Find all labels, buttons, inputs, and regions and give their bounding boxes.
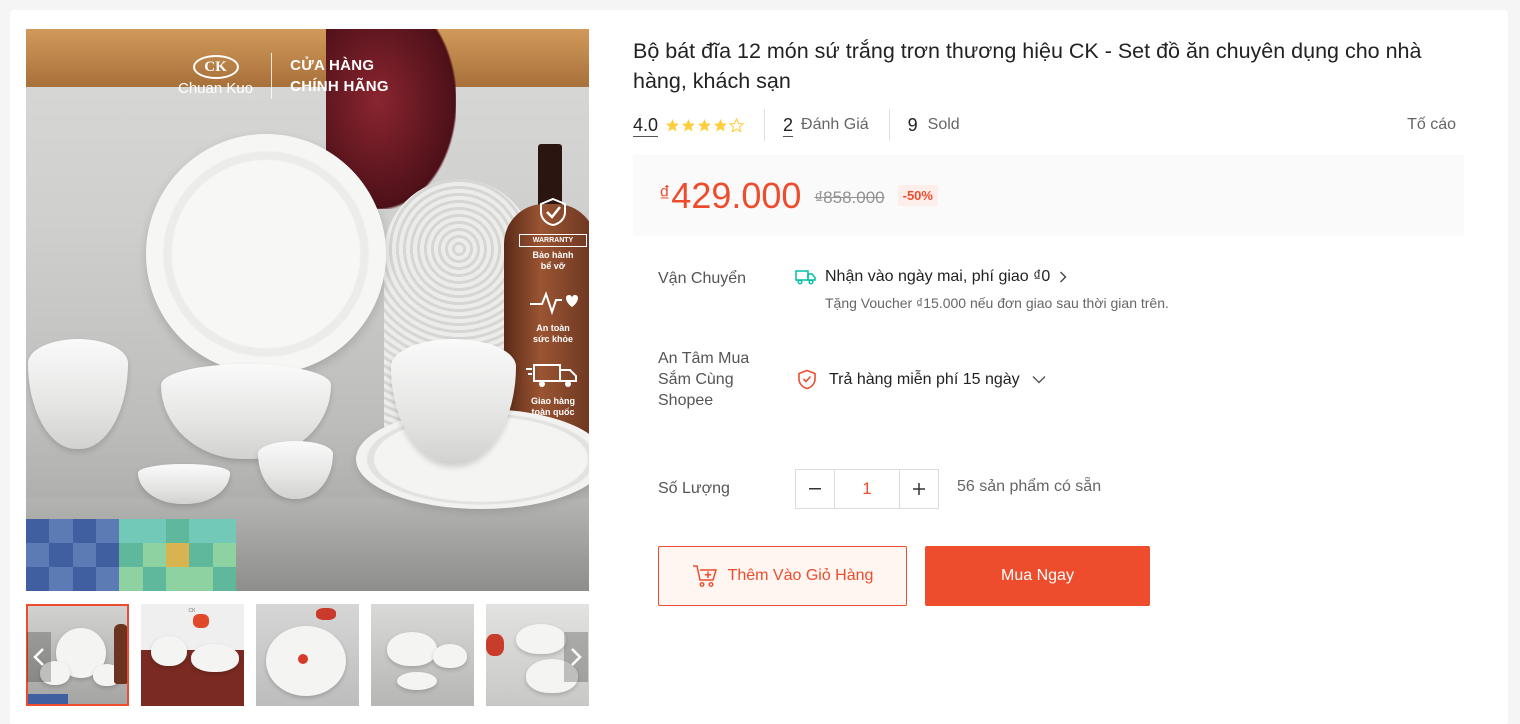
- thumbnail-2[interactable]: CK: [141, 604, 244, 706]
- buy-now-label: Mua Ngay: [1001, 567, 1074, 584]
- discount-badge: -50%: [897, 185, 938, 206]
- price-section: ₫ 429.000 ₫858.000 -50%: [633, 155, 1464, 236]
- logo-divider: [271, 53, 273, 99]
- badge-text: bể vỡ: [540, 261, 566, 271]
- warranty-label: WARRANTY: [519, 234, 587, 247]
- rating-value[interactable]: 4.0: [633, 114, 659, 137]
- reviews-count[interactable]: 2: [783, 114, 794, 137]
- shipping-info[interactable]: Nhận vào ngày mai, phí giao ₫0: [795, 268, 1067, 286]
- product-title: Bộ bát đĩa 12 món sứ trắng trơn thương h…: [633, 39, 1422, 93]
- report-link[interactable]: Tố cáo: [1407, 116, 1456, 134]
- badge-delivery: Giao hàng toàn quốc: [513, 359, 589, 418]
- divider: [764, 109, 766, 141]
- return-policy-text: Trả hàng miễn phí 15 ngày: [829, 370, 1020, 388]
- main-product-image[interactable]: CK Chuan Kuo CỬA HÀNG CHÍNH HÃNG WARRANT…: [26, 29, 589, 591]
- thumbnail-strip: CK: [26, 604, 589, 706]
- add-to-cart-label: Thêm Vào Giỏ Hàng: [727, 567, 874, 584]
- assurance-label: An Tâm Mua Sắm Cùng Shopee: [658, 348, 749, 411]
- badge-text: Bảo hành: [532, 250, 574, 260]
- shield-check-icon: [540, 197, 566, 227]
- badge-text: Giao hàng: [530, 396, 575, 406]
- shield-check-icon: [798, 369, 816, 390]
- delivery-truck-icon: [526, 364, 577, 387]
- star-filled-icon: [666, 118, 680, 131]
- store-label-line2: CHÍNH HÃNG: [290, 78, 389, 95]
- store-label-line1: CỬA HÀNG: [290, 57, 375, 74]
- decrease-quantity-button[interactable]: [795, 469, 835, 509]
- current-price: 429.000: [671, 174, 802, 216]
- pixelated-overlay: [26, 519, 236, 591]
- store-logo: CK Chuan Kuo CỬA HÀNG CHÍNH HÃNG: [178, 53, 389, 99]
- quantity-stepper: 1: [795, 469, 939, 509]
- rating-row: 4.0 2 Đánh Giá 9 Sold Tố cáo: [633, 109, 1463, 141]
- star-empty-icon: [729, 117, 745, 133]
- delivery-truck-icon: [795, 270, 816, 285]
- badge-text: sức khỏe: [532, 334, 574, 344]
- assurance-label-line: An Tâm Mua: [658, 350, 750, 367]
- original-price: ₫858.000: [814, 187, 885, 207]
- star-filled-icon: [714, 118, 728, 131]
- buy-now-button[interactable]: Mua Ngay: [925, 546, 1150, 606]
- thumbnail-4[interactable]: [371, 604, 474, 706]
- sold-count: 9: [907, 114, 918, 135]
- minus-icon: [809, 488, 821, 490]
- add-to-cart-icon: [692, 565, 717, 588]
- badge-health: An toàn sức khỏe: [513, 286, 589, 345]
- dipping-dish: [138, 464, 230, 504]
- reviews-label: Đánh Giá: [801, 116, 869, 133]
- shipping-text: Nhận vào ngày mai, phí giao ₫0: [825, 268, 1051, 285]
- divider: [888, 109, 890, 141]
- star-filled-icon: [682, 118, 696, 131]
- small-bowl: [258, 441, 333, 499]
- chevron-right-icon: [1060, 271, 1067, 283]
- star-filled-icon: [698, 118, 712, 131]
- return-policy[interactable]: Trả hàng miễn phí 15 ngày: [797, 369, 1046, 390]
- sold-label: Sold: [927, 116, 960, 133]
- ck-logo-badge: CK: [192, 55, 239, 79]
- chevron-right-icon: [571, 648, 582, 666]
- brand-name: Chuan Kuo: [178, 80, 254, 97]
- shipping-voucher-note: Tặng Voucher ₫15.000 nếu đơn giao sau th…: [825, 295, 1169, 311]
- plus-icon: [913, 483, 925, 495]
- thumbnail-prev-button[interactable]: [27, 632, 51, 682]
- badge-warranty: WARRANTY Bảo hành bể vỡ: [513, 197, 589, 272]
- health-heart-icon: [530, 291, 578, 316]
- stock-available: 56 sản phẩm có sẵn: [957, 478, 1102, 495]
- add-to-cart-button[interactable]: Thêm Vào Giỏ Hàng: [658, 546, 907, 606]
- promo-badges: WARRANTY Bảo hành bể vỡ An toàn sức khỏe…: [513, 197, 589, 432]
- price-currency: ₫: [659, 181, 671, 206]
- badge-text: An toàn: [536, 323, 570, 333]
- assurance-label-line: Sắm Cùng: [658, 371, 734, 388]
- increase-quantity-button[interactable]: [899, 469, 939, 509]
- shipping-label: Vận Chuyển: [658, 270, 747, 287]
- assurance-label-line: Shopee: [658, 392, 714, 409]
- side-bowl: [28, 339, 128, 449]
- thumbnail-3[interactable]: [256, 604, 359, 706]
- quantity-input[interactable]: 1: [835, 469, 899, 509]
- chevron-left-icon: [33, 648, 44, 666]
- thumbnail-next-button[interactable]: [564, 632, 588, 682]
- badge-text: toàn quốc: [531, 407, 575, 417]
- large-plate: [146, 134, 386, 374]
- rating-stars: [665, 117, 745, 133]
- quantity-label: Số Lượng: [658, 480, 730, 497]
- chevron-down-icon: [1032, 376, 1046, 384]
